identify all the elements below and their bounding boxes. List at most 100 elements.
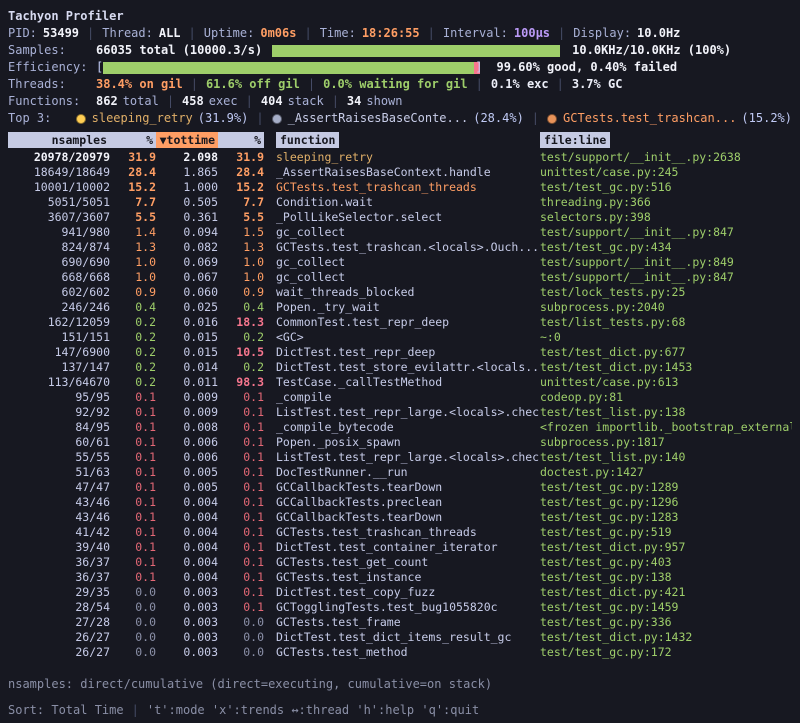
separator: |: [304, 25, 311, 42]
pct-direct-cell: 0.1: [110, 420, 156, 435]
top3-row: Top 3: sleeping_retry(31.9%)|_AssertRais…: [8, 110, 792, 127]
nsamples-cell: 84/95: [8, 420, 110, 435]
col-header-fileline[interactable]: file:line: [540, 132, 792, 148]
top-function[interactable]: sleeping_retry (31.9%): [76, 110, 249, 127]
col-header-tottime-text: ▼tottime: [156, 132, 218, 148]
pct-direct-cell: 0.1: [110, 465, 156, 480]
nsamples-cell: 3607/3607: [8, 210, 110, 225]
tottime-cell: 0.004: [156, 510, 218, 525]
table-row[interactable]: 18649/1864928.41.86528.4_AssertRaisesBas…: [8, 165, 792, 180]
nsamples-cell: 113/64670: [8, 375, 110, 390]
stat-value: 34: [347, 94, 361, 108]
table-row[interactable]: 941/9801.40.0941.5gc_collecttest/support…: [8, 225, 792, 240]
nsamples-cell: 28/54: [8, 600, 110, 615]
table-row[interactable]: 5051/50517.70.5057.7Condition.waitthread…: [8, 195, 792, 210]
col-header-tottime[interactable]: ▼tottime: [156, 132, 218, 148]
fileline-cell: subprocess.py:1817: [540, 435, 792, 450]
separator: |: [558, 25, 565, 42]
col-header-pct-direct[interactable]: %: [110, 132, 156, 148]
table-row[interactable]: 39/400.10.0040.1DictTest.test_container_…: [8, 540, 792, 555]
table-row[interactable]: 51/630.10.0050.1DocTestRunner.__rundocte…: [8, 465, 792, 480]
col-header-function-text: function: [276, 132, 339, 148]
table-row[interactable]: 162/120590.20.01618.3CommonTest.test_rep…: [8, 315, 792, 330]
threads-segments: 38.4% on gil|61.6% off gil|0.0% waiting …: [96, 76, 622, 93]
tottime-cell: 0.009: [156, 405, 218, 420]
table-row[interactable]: 27/280.00.0030.0GCTests.test_frametest/t…: [8, 615, 792, 630]
separator: |: [191, 77, 198, 91]
table-row[interactable]: 10001/1000215.21.00015.2GCTests.test_tra…: [8, 180, 792, 195]
table-row[interactable]: 36/370.10.0040.1GCTests.test_get_countte…: [8, 555, 792, 570]
tottime-cell: 0.003: [156, 630, 218, 645]
separator: |: [87, 25, 94, 42]
nsamples-cell: 26/27: [8, 630, 110, 645]
stat-label: exec: [209, 94, 238, 108]
table-row[interactable]: 92/920.10.0090.1ListTest.test_repr_large…: [8, 405, 792, 420]
pct-direct-cell: 5.5: [110, 210, 156, 225]
tottime-cell: 0.015: [156, 345, 218, 360]
table-row[interactable]: 47/470.10.0050.1GCCallbackTests.tearDown…: [8, 480, 792, 495]
table-row[interactable]: 113/646700.20.01198.3TestCase._callTestM…: [8, 375, 792, 390]
table-row[interactable]: 26/270.00.0030.0GCTests.test_methodtest/…: [8, 645, 792, 660]
pct-cum-cell: 0.1: [218, 510, 264, 525]
table-row[interactable]: 60/610.10.0060.1Popen._posix_spawnsubpro…: [8, 435, 792, 450]
function-cell: ListTest.test_repr_large.<locals>.check: [264, 405, 540, 420]
table-row[interactable]: 43/460.10.0040.1GCCallbackTests.preclean…: [8, 495, 792, 510]
tottime-cell: 0.004: [156, 555, 218, 570]
table-row[interactable]: 602/6020.90.0600.9wait_threads_blockedte…: [8, 285, 792, 300]
table-row[interactable]: 20978/2097931.92.09831.9sleeping_retryte…: [8, 150, 792, 165]
table-row[interactable]: 55/550.10.0060.1ListTest.test_repr_large…: [8, 450, 792, 465]
pct-cum-cell: 15.2: [218, 180, 264, 195]
efficiency-label: Efficiency:: [8, 59, 96, 76]
pct-direct-cell: 0.0: [110, 600, 156, 615]
sort-label: Sort:: [8, 702, 44, 719]
table-row[interactable]: 824/8741.30.0821.3GCTests.test_trashcan.…: [8, 240, 792, 255]
thread-stat-segment: 0.1% exc: [491, 77, 549, 91]
function-cell: GCTests.test_trashcan_threads: [264, 180, 540, 195]
table-row[interactable]: 29/350.00.0030.1DictTest.test_copy_fuzzt…: [8, 585, 792, 600]
table-row[interactable]: 147/69000.20.01510.5DictTest.test_repr_d…: [8, 345, 792, 360]
table-row[interactable]: 95/950.10.0090.1_compilecodeop.py:81: [8, 390, 792, 405]
top-function-pct: (31.9%): [198, 110, 249, 127]
tottime-cell: 0.004: [156, 570, 218, 585]
top-function-name: sleeping_retry: [92, 110, 193, 127]
top-function-pct: (15.2%): [741, 110, 792, 127]
fileline-cell: test/test_gc.py:172: [540, 645, 792, 660]
table-row[interactable]: 84/950.10.0080.1_compile_bytecode<frozen…: [8, 420, 792, 435]
table-row[interactable]: 28/540.00.0030.1GCTogglingTests.test_bug…: [8, 600, 792, 615]
stat-value: 862: [96, 94, 118, 108]
samples-rate-text: 10.0KHz/10.0KHz (100%): [572, 42, 731, 59]
keyboard-hints: 't':mode 'x':trends ↔:thread 'h':help 'q…: [147, 702, 479, 719]
table-row[interactable]: 26/270.00.0030.0DictTest.test_dict_items…: [8, 630, 792, 645]
function-cell: GCTests.test_frame: [264, 615, 540, 630]
table-row[interactable]: 36/370.10.0040.1GCTests.test_instancetes…: [8, 570, 792, 585]
col-header-pct-cum[interactable]: %: [218, 132, 264, 148]
nsamples-cell: 36/37: [8, 555, 110, 570]
pct-cum-cell: 0.1: [218, 525, 264, 540]
col-header-nsamples[interactable]: nsamples: [8, 132, 110, 148]
top-function[interactable]: GCTests.test_trashcan... (15.2%): [547, 110, 792, 127]
table-row[interactable]: 246/2460.40.0250.4Popen._try_waitsubproc…: [8, 300, 792, 315]
fileline-cell: codeop.py:81: [540, 390, 792, 405]
pct-cum-cell: 0.4: [218, 300, 264, 315]
thread-stat[interactable]: Thread:ALL: [102, 25, 180, 42]
table-row[interactable]: 41/420.10.0040.1GCTests.test_trashcan_th…: [8, 525, 792, 540]
efficiency-text: 99.60% good, 0.40% failed: [496, 59, 677, 76]
table-row[interactable]: 668/6681.00.0671.0gc_collecttest/support…: [8, 270, 792, 285]
table-row[interactable]: 151/1510.20.0150.2<GC>~:0: [8, 330, 792, 345]
top-function-name: GCTests.test_trashcan...: [563, 110, 736, 127]
table-row[interactable]: 690/6901.00.0691.0gc_collecttest/support…: [8, 255, 792, 270]
tottime-cell: 0.003: [156, 645, 218, 660]
function-cell: GCTests.test_trashcan.<locals>.Ouch....: [264, 240, 540, 255]
top-function[interactable]: _AssertRaisesBaseConte...(28.4%): [272, 110, 524, 127]
tottime-cell: 0.004: [156, 525, 218, 540]
col-header-function[interactable]: function: [264, 132, 540, 148]
table-row[interactable]: 137/1470.20.0140.2DictTest.test_store_ev…: [8, 360, 792, 375]
display-stat: Display:10.0Hz: [573, 25, 680, 42]
function-cell: GCTests.test_instance: [264, 570, 540, 585]
pct-direct-cell: 0.1: [110, 540, 156, 555]
nsamples-cell: 29/35: [8, 585, 110, 600]
fileline-cell: test/test_dict.py:1432: [540, 630, 792, 645]
table-row[interactable]: 3607/36075.50.3615.5_PollLikeSelector.se…: [8, 210, 792, 225]
table-row[interactable]: 43/460.10.0040.1GCCallbackTests.tearDown…: [8, 510, 792, 525]
separator: |: [476, 77, 483, 91]
